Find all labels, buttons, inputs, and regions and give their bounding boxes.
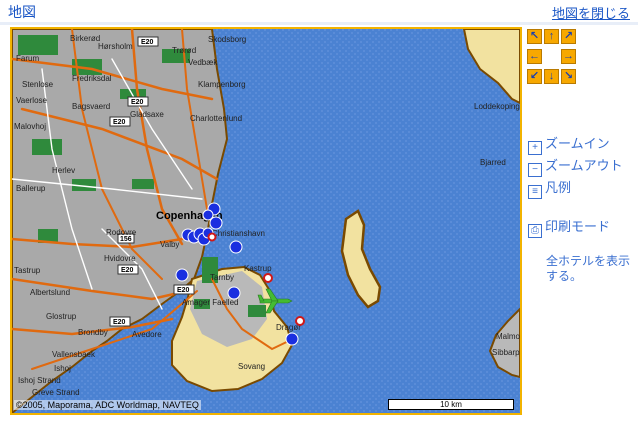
zoom-out-button[interactable]: − ズームアウト <box>528 155 623 177</box>
pan-up-right-button[interactable]: ↗ <box>561 29 576 44</box>
label-malmo: Malmo <box>496 332 520 341</box>
page-header: 地図 地図を閉じる <box>0 0 638 22</box>
print-mode-label: 印刷モード <box>545 219 611 234</box>
pan-up-left-button[interactable]: ↖ <box>527 29 542 44</box>
legend-icon: ≡ <box>528 185 542 199</box>
label-ishoj: Ishoj <box>54 364 71 373</box>
show-all-hotels-link[interactable]: 全ホテルを表示する。 <box>546 254 636 284</box>
label-hvidovre: Hvidovre <box>104 254 136 263</box>
label-vaerlose: Vaerlose <box>16 96 48 105</box>
label-tastrup: Tastrup <box>14 266 41 275</box>
svg-text:156: 156 <box>120 236 132 243</box>
map-canvas[interactable]: E20 E20 E20 156 E20 E20 E20 Farum Birker… <box>12 29 520 413</box>
printer-icon: ⎙ <box>528 224 542 238</box>
label-sibbarp: Sibbarp <box>492 348 520 357</box>
pan-down-left-button[interactable]: ↙ <box>527 69 542 84</box>
label-christianshavn: Christianshavn <box>212 229 265 238</box>
svg-text:E20: E20 <box>131 99 144 106</box>
label-vallensbaek: Vallensbaek <box>52 350 96 359</box>
hotel-marker[interactable] <box>229 240 243 254</box>
close-map-link[interactable]: 地図を閉じる <box>552 3 630 22</box>
svg-text:E20: E20 <box>177 287 190 294</box>
header-divider <box>0 22 638 25</box>
svg-text:E20: E20 <box>121 267 134 274</box>
map-scale-bar: 10 km <box>388 399 514 410</box>
hotel-marker[interactable] <box>202 209 214 221</box>
label-horsholm: Hørsholm <box>98 42 133 51</box>
print-mode-button[interactable]: ⎙ 印刷モード <box>528 216 610 238</box>
hotel-marker[interactable] <box>175 268 189 282</box>
label-vedbaek: Vedbæk <box>188 58 218 67</box>
zoom-in-button[interactable]: + ズームイン <box>528 133 610 155</box>
label-ballerup: Ballerup <box>16 184 46 193</box>
label-bagsvaerd: Bagsvaerd <box>72 102 110 111</box>
label-herlev: Herlev <box>52 166 75 175</box>
label-trorod: Trørød <box>172 46 196 55</box>
label-glostrup: Glostrup <box>46 312 77 321</box>
label-malovhoj: Malovhoj <box>14 122 46 131</box>
label-fredriksdal: Fredriksdal <box>72 74 112 83</box>
pan-left-button[interactable]: ← <box>527 49 542 64</box>
map-copyright: ©2005, Maporama, ADC Worldmap, NAVTEQ <box>14 400 201 410</box>
label-greve-strand: Greve Strand <box>32 388 80 397</box>
pan-down-button[interactable]: ↓ <box>544 69 559 84</box>
label-charlottenlund: Charlottenlund <box>190 114 242 123</box>
label-klampenborg: Klampenborg <box>198 80 246 89</box>
pan-up-button[interactable]: ↑ <box>544 29 559 44</box>
label-kastrup: Kastrup <box>244 264 272 273</box>
pan-right-button[interactable]: → <box>561 49 576 64</box>
label-birkerod: Birkerød <box>70 34 100 43</box>
page-title: 地図 <box>8 4 36 20</box>
label-gladsaxe: Gladsaxe <box>130 110 164 119</box>
label-rodovre: Rodovre <box>106 228 137 237</box>
label-stenlose: Stenlose <box>22 80 54 89</box>
label-amager-faelled: Amager Faelled <box>182 298 238 307</box>
label-loddekopinge: Loddekopinge <box>474 102 520 111</box>
zoom-in-label: ズームイン <box>545 136 610 151</box>
legend-label: 凡例 <box>545 180 572 195</box>
label-brondby: Brondby <box>78 328 108 337</box>
label-tarnby: Tarnby <box>210 273 234 282</box>
pan-controls: ↖ ↑ ↗ ← → ↙ ↓ ↘ <box>527 29 577 87</box>
zoom-out-label: ズームアウト <box>545 158 623 173</box>
pan-down-right-button[interactable]: ↘ <box>561 69 576 84</box>
map-view[interactable]: E20 E20 E20 156 E20 E20 E20 Farum Birker… <box>10 27 522 415</box>
svg-text:E20: E20 <box>141 39 154 46</box>
label-avedore: Avedore <box>132 330 162 339</box>
svg-text:E20: E20 <box>113 319 126 326</box>
label-ishoj-strand: Ishoj Strand <box>18 376 61 385</box>
zoom-out-icon: − <box>528 163 542 177</box>
legend-button[interactable]: ≡ 凡例 <box>528 177 571 199</box>
zoom-in-icon: + <box>528 141 542 155</box>
label-skodsborg: Skodsborg <box>208 35 246 44</box>
label-albertslund: Albertslund <box>30 288 70 297</box>
hotel-marker[interactable] <box>285 332 299 346</box>
hotel-marker[interactable] <box>227 286 241 300</box>
label-sovang: Sovang <box>238 362 265 371</box>
label-valby: Valby <box>160 240 179 249</box>
label-bjarred: Bjarred <box>480 158 506 167</box>
label-farum: Farum <box>16 54 39 63</box>
svg-text:E20: E20 <box>113 119 126 126</box>
